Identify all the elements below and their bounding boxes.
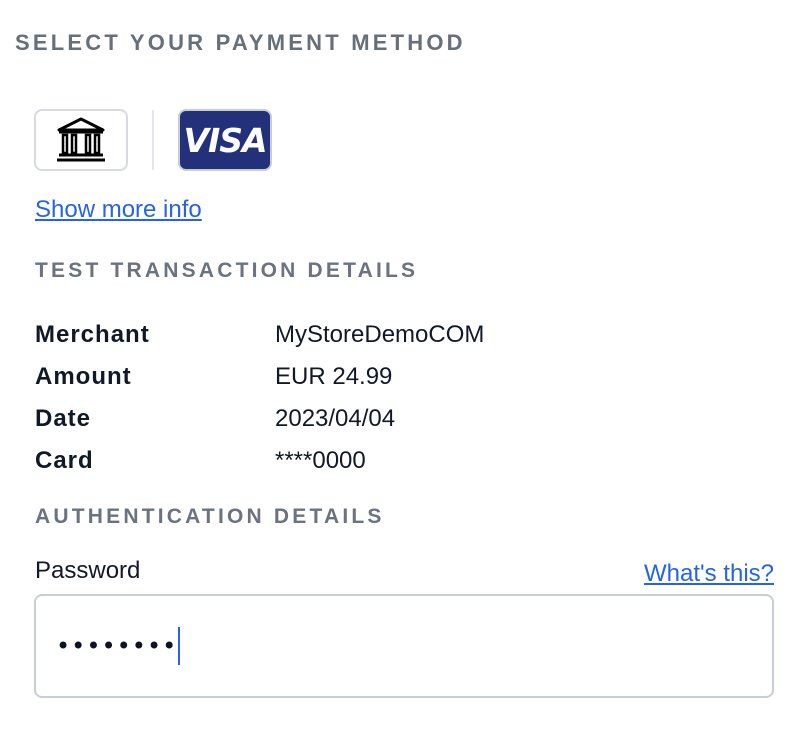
detail-value: EUR 24.99 [275, 363, 393, 390]
detail-label: Card [35, 447, 94, 474]
detail-row-merchant: Merchant MyStoreDemoCOM [35, 314, 484, 356]
authentication-details-heading: AUTHENTICATION DETAILS [35, 505, 385, 528]
whats-this-link[interactable]: What's this? [644, 560, 774, 588]
visa-option[interactable]: VISA [178, 109, 272, 171]
detail-label: Amount [35, 363, 132, 390]
methods-divider [152, 110, 154, 170]
password-input[interactable]: •••••••• [34, 594, 774, 698]
payment-page: SELECT YOUR PAYMENT METHOD VISA Show mor… [0, 0, 796, 734]
password-label: Password [35, 557, 141, 584]
payment-method-heading: SELECT YOUR PAYMENT METHOD [15, 30, 466, 55]
payment-methods: VISA [34, 108, 272, 172]
detail-row-amount: Amount EUR 24.99 [35, 356, 484, 398]
detail-value: MyStoreDemoCOM [275, 321, 485, 348]
detail-label: Date [35, 405, 92, 432]
password-value: •••••••• [56, 632, 178, 660]
transaction-details: Merchant MyStoreDemoCOM Amount EUR 24.99… [35, 314, 484, 482]
detail-row-date: Date 2023/04/04 [35, 398, 484, 440]
show-more-info-link[interactable]: Show more info [35, 196, 202, 224]
visa-logo: VISA [183, 120, 267, 160]
transaction-details-heading: TEST TRANSACTION DETAILS [35, 259, 419, 282]
detail-row-card: Card ****0000 [35, 440, 484, 482]
bank-transfer-option[interactable] [34, 109, 128, 171]
bank-icon [57, 117, 105, 162]
detail-value: ****0000 [275, 447, 366, 474]
detail-label: Merchant [35, 321, 150, 348]
text-caret [178, 627, 181, 665]
detail-value: 2023/04/04 [275, 405, 396, 432]
